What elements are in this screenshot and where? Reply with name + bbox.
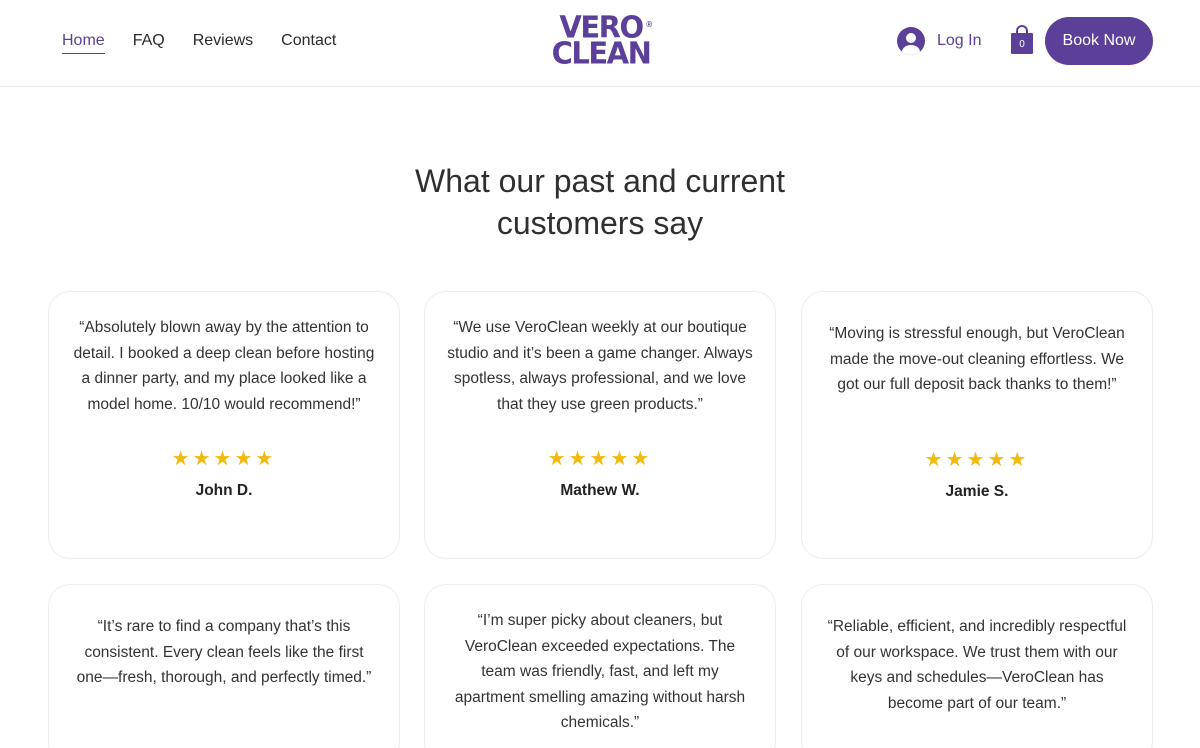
main-nav: Home FAQ Reviews Contact xyxy=(62,31,336,54)
site-header: Home FAQ Reviews Contact VERO CLEAN ® Lo… xyxy=(0,0,1200,87)
section-title: What our past and current customers say xyxy=(415,163,785,241)
review-author: Mathew W. xyxy=(560,482,640,500)
book-now-button[interactable]: Book Now xyxy=(1045,17,1153,65)
nav-reviews[interactable]: Reviews xyxy=(193,31,253,54)
review-card: “I’m super picky about cleaners, but Ver… xyxy=(424,584,776,748)
star-rating-icon: ★★★★★ xyxy=(924,448,1030,471)
nav-faq[interactable]: FAQ xyxy=(133,31,165,54)
review-card: “Moving is stressful enough, but VeroCle… xyxy=(801,291,1153,559)
nav-home[interactable]: Home xyxy=(62,31,105,54)
cart-count: 0 xyxy=(1011,33,1033,54)
shopping-bag-icon[interactable]: 0 xyxy=(1010,25,1034,55)
user-avatar-icon xyxy=(897,27,925,55)
nav-contact[interactable]: Contact xyxy=(281,31,336,54)
login-label: Log In xyxy=(937,32,982,49)
star-rating-icon: ★★★★★ xyxy=(547,448,653,471)
review-quote: “I’m super picky about cleaners, but Ver… xyxy=(454,612,746,732)
review-author: John D. xyxy=(195,482,253,500)
review-quote: “Reliable, efficient, and incredibly res… xyxy=(827,618,1127,712)
veroclean-logo[interactable]: VERO CLEAN ® xyxy=(548,12,654,68)
review-quote: “Absolutely blown away by the attention … xyxy=(73,319,375,413)
review-card: “We use VeroClean weekly at our boutique… xyxy=(424,291,776,559)
review-card: “Reliable, efficient, and incredibly res… xyxy=(801,584,1153,748)
review-quote: “Moving is stressful enough, but VeroCle… xyxy=(829,325,1125,394)
review-card: “It’s rare to find a company that’s this… xyxy=(48,584,400,748)
review-card: “Absolutely blown away by the attention … xyxy=(48,291,400,559)
review-author: Jamie S. xyxy=(945,482,1009,500)
review-quote: “We use VeroClean weekly at our boutique… xyxy=(447,319,753,413)
login-button[interactable]: Log In xyxy=(897,27,981,55)
review-quote: “It’s rare to find a company that’s this… xyxy=(76,618,372,687)
star-rating-icon: ★★★★★ xyxy=(171,448,277,471)
